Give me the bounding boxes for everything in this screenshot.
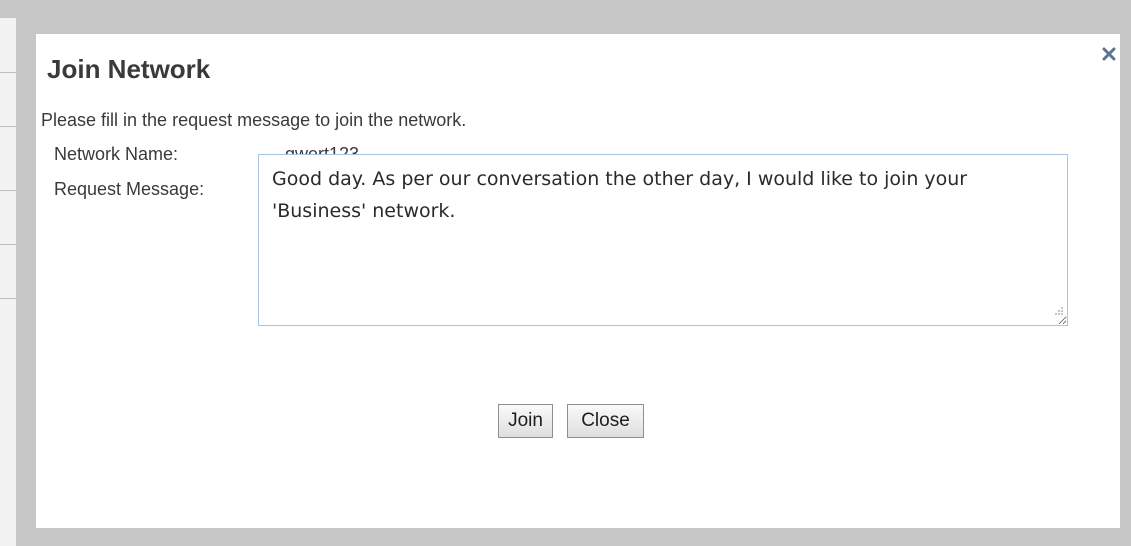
- resize-grip-icon[interactable]: [1052, 304, 1064, 316]
- network-name-label: Network Name:: [54, 144, 179, 164]
- background-page-edge: [0, 18, 16, 546]
- close-button[interactable]: Close: [567, 404, 644, 438]
- close-icon[interactable]: [1102, 46, 1116, 65]
- background-divider: [0, 244, 16, 245]
- request-message-label: Request Message:: [54, 179, 205, 199]
- dialog-instruction: Please fill in the request message to jo…: [41, 110, 467, 130]
- background-divider: [0, 190, 16, 191]
- background-divider: [0, 298, 16, 299]
- background-divider: [0, 72, 16, 73]
- background-divider: [0, 126, 16, 127]
- dialog-title: Join Network: [47, 54, 211, 84]
- request-message-textarea[interactable]: Good day. As per our conversation the ot…: [258, 154, 1068, 326]
- join-button[interactable]: Join: [498, 404, 553, 438]
